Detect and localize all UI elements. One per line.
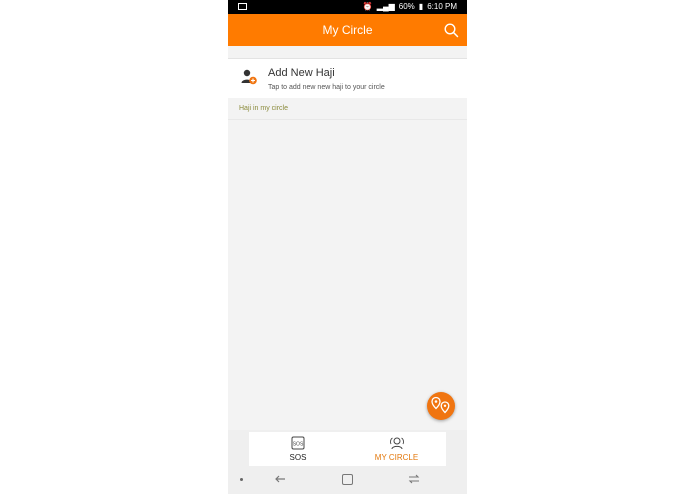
add-new-haji-title: Add New Haji bbox=[268, 67, 335, 79]
nav-item-my-circle[interactable]: MY CIRCLE bbox=[347, 432, 446, 466]
status-indicators: ⏰ ▂▄▆ 60% ▮ 6:10 PM bbox=[363, 1, 457, 13]
page-title: My Circle bbox=[322, 23, 373, 37]
app-bar: My Circle bbox=[228, 14, 467, 46]
map-pins-icon bbox=[431, 396, 450, 414]
back-icon[interactable] bbox=[274, 473, 286, 485]
battery-percent: 60% bbox=[398, 2, 415, 11]
bottom-navigation: SOS SOS MY CIRCLE bbox=[228, 430, 467, 466]
add-new-haji-subtitle: Tap to add new new haji to your circle bbox=[268, 84, 385, 91]
home-button[interactable] bbox=[342, 474, 353, 485]
svg-text:SOS: SOS bbox=[293, 442, 304, 448]
gallery-notification-icon bbox=[238, 3, 247, 10]
nav-item-sos[interactable]: SOS SOS bbox=[249, 432, 347, 466]
system-navigation-bar bbox=[228, 466, 467, 494]
sos-icon: SOS bbox=[291, 436, 305, 450]
add-new-haji-row[interactable]: Add New Haji Tap to add new new haji to … bbox=[228, 58, 467, 98]
phone-screen: ⏰ ▂▄▆ 60% ▮ 6:10 PM My Circle Add New Ha… bbox=[228, 0, 467, 494]
map-locations-button[interactable] bbox=[427, 392, 455, 420]
search-icon bbox=[444, 23, 459, 38]
search-button[interactable] bbox=[443, 22, 459, 38]
signal-icon: ▂▄▆ bbox=[376, 2, 395, 11]
alarm-icon: ⏰ bbox=[362, 2, 373, 11]
nav-label-my-circle: MY CIRCLE bbox=[374, 453, 419, 462]
header-spacer bbox=[228, 46, 467, 58]
section-header: Haji in my circle bbox=[228, 98, 467, 120]
system-dot-indicator bbox=[240, 478, 243, 481]
status-bar: ⏰ ▂▄▆ 60% ▮ 6:10 PM bbox=[228, 0, 467, 14]
status-time: 6:10 PM bbox=[427, 2, 457, 11]
add-person-icon bbox=[241, 69, 257, 85]
bottom-nav-bar: SOS SOS MY CIRCLE bbox=[249, 432, 446, 466]
circle-icon bbox=[389, 437, 404, 450]
section-label: Haji in my circle bbox=[239, 105, 289, 112]
nav-label-sos: SOS bbox=[289, 453, 307, 462]
battery-icon: ▮ bbox=[418, 2, 424, 11]
haji-list bbox=[228, 120, 467, 430]
recent-apps-icon[interactable] bbox=[408, 473, 420, 485]
